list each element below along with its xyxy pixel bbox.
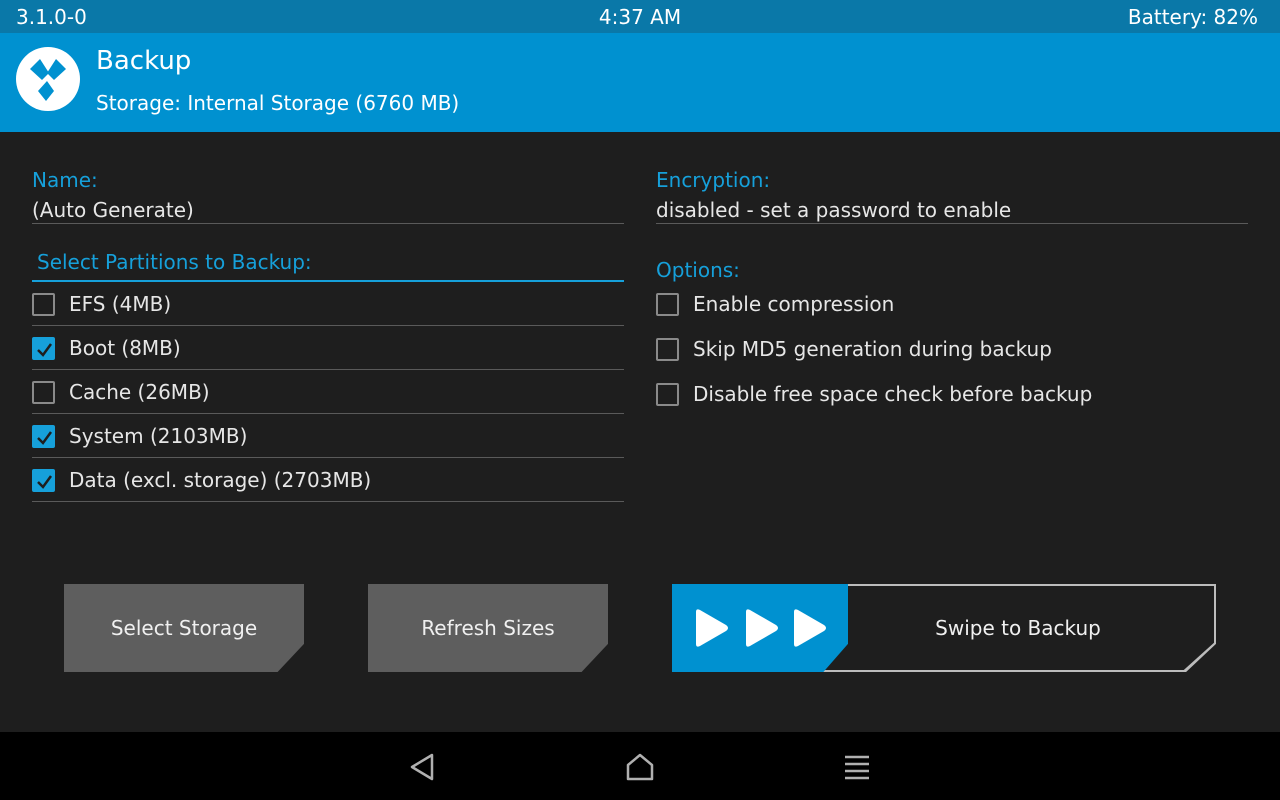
partition-row-data[interactable]: Data (excl. storage) (2703MB) bbox=[32, 468, 624, 513]
checkbox-efs[interactable] bbox=[32, 293, 55, 316]
name-label: Name: bbox=[32, 168, 98, 192]
checkbox-skip-md5[interactable] bbox=[656, 338, 679, 361]
swipe-handle[interactable] bbox=[672, 584, 848, 672]
status-version: 3.1.0-0 bbox=[16, 5, 87, 29]
triple-play-arrows-icon bbox=[696, 609, 826, 647]
row-divider bbox=[32, 501, 624, 502]
back-triangle-icon[interactable] bbox=[406, 751, 438, 783]
page-header: Backup Storage: Internal Storage (6760 M… bbox=[0, 33, 1280, 132]
row-divider bbox=[32, 369, 624, 370]
partition-label: EFS (4MB) bbox=[69, 292, 172, 316]
encryption-underline bbox=[656, 223, 1248, 224]
option-label: Disable free space check before backup bbox=[693, 382, 1093, 406]
status-bar: 4:37 AM 3.1.0-0 Battery: 82% bbox=[0, 0, 1280, 33]
partition-label: Cache (26MB) bbox=[69, 380, 210, 404]
home-icon[interactable] bbox=[624, 751, 656, 783]
twrp-logo-icon bbox=[16, 47, 80, 111]
partitions-label: Select Partitions to Backup: bbox=[37, 250, 312, 274]
option-label: Enable compression bbox=[693, 292, 895, 316]
options-label: Options: bbox=[656, 258, 740, 282]
status-time: 4:37 AM bbox=[598, 5, 682, 29]
name-underline bbox=[32, 223, 624, 224]
option-label: Skip MD5 generation during backup bbox=[693, 337, 1052, 361]
option-enable-compression[interactable]: Enable compression bbox=[656, 292, 1248, 333]
checkbox-data[interactable] bbox=[32, 469, 55, 492]
checkmark-icon bbox=[37, 475, 53, 489]
checkbox-boot[interactable] bbox=[32, 337, 55, 360]
partition-row-system[interactable]: System (2103MB) bbox=[32, 424, 624, 469]
checkbox-compression[interactable] bbox=[656, 293, 679, 316]
encryption-label: Encryption: bbox=[656, 168, 771, 192]
partition-row-boot[interactable]: Boot (8MB) bbox=[32, 336, 624, 381]
partitions-underline bbox=[32, 280, 624, 282]
checkbox-system[interactable] bbox=[32, 425, 55, 448]
menu-lines-icon[interactable] bbox=[841, 751, 873, 783]
status-battery: Battery: 82% bbox=[1127, 5, 1258, 29]
row-divider bbox=[32, 413, 624, 414]
page-title: Backup bbox=[96, 46, 192, 76]
swipe-label: Swipe to Backup bbox=[935, 616, 1101, 640]
storage-info: Storage: Internal Storage (6760 MB) bbox=[96, 91, 460, 115]
select-storage-button[interactable]: Select Storage bbox=[64, 584, 304, 672]
row-divider bbox=[32, 325, 624, 326]
checkmark-icon bbox=[37, 431, 53, 445]
checkmark-icon bbox=[37, 343, 53, 357]
partition-label: Boot (8MB) bbox=[69, 336, 181, 360]
name-value[interactable]: (Auto Generate) bbox=[32, 197, 194, 223]
row-divider bbox=[32, 457, 624, 458]
checkbox-free-space[interactable] bbox=[656, 383, 679, 406]
refresh-sizes-button[interactable]: Refresh Sizes bbox=[368, 584, 608, 672]
partition-label: System (2103MB) bbox=[69, 424, 248, 448]
encryption-value[interactable]: disabled - set a password to enable bbox=[656, 197, 1011, 223]
nav-bar bbox=[0, 732, 1280, 800]
partition-row-efs[interactable]: EFS (4MB) bbox=[32, 292, 624, 337]
partition-row-cache[interactable]: Cache (26MB) bbox=[32, 380, 624, 425]
option-disable-free-space-check[interactable]: Disable free space check before backup bbox=[656, 382, 1248, 423]
checkbox-cache[interactable] bbox=[32, 381, 55, 404]
partition-label: Data (excl. storage) (2703MB) bbox=[69, 468, 372, 492]
option-skip-md5[interactable]: Skip MD5 generation during backup bbox=[656, 337, 1248, 378]
